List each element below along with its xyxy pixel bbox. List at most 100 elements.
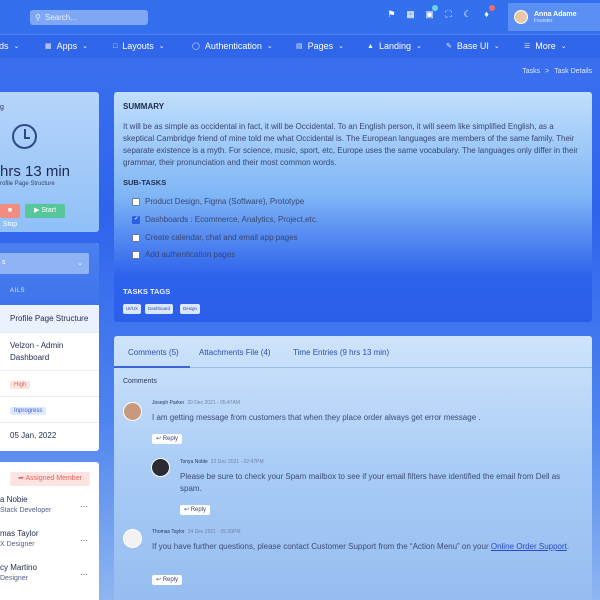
status-badge: Inprogress [10, 407, 47, 415]
stop-icon: ■ [7, 207, 13, 214]
stop-button[interactable]: ■ Stop [0, 204, 20, 228]
active-tab-indicator [114, 366, 190, 368]
comment-meta: Tonya Noble 22 Dec 2021 - 02:47PM [180, 459, 264, 465]
user-role: Founder [534, 17, 553, 24]
nav-label: More [535, 41, 556, 51]
task-details-card: s ⌄ AILS Profile Page Structure Velzon -… [0, 243, 99, 451]
apps-icon: ▦ [45, 43, 52, 50]
nav-pages[interactable]: ▤ Pages ⌄ [296, 41, 344, 51]
due-date: 05 Jan, 2022 [10, 431, 57, 440]
nav-apps[interactable]: ▦ Apps ⌄ [45, 41, 88, 51]
details-header: s ⌄ AILS [0, 243, 99, 305]
subtasks-title: SUB-TASKS [123, 178, 167, 187]
rocket-icon: ▲ [367, 42, 374, 50]
subtask-item[interactable]: Dashboards : Ecommerce, Analytics, Proje… [132, 215, 318, 224]
tag-badge: UI/UX [123, 304, 142, 314]
avatar [123, 402, 142, 421]
nav-dashboards[interactable]: rds ⌄ [0, 41, 19, 51]
assigned-members-card: ➦ Assigned Member a Nobie Stack Developer… [0, 462, 99, 600]
cart-icon[interactable]: ▣ [425, 5, 438, 20]
member-item: a Nobie Stack Developer [0, 495, 51, 514]
layouts-icon: □ [113, 42, 118, 50]
breadcrumb-current: Task Details [554, 68, 592, 75]
detail-status: Inprogress [0, 397, 99, 423]
tag-badge: Dashboard [145, 304, 174, 314]
account-circle-icon: ◯ [192, 43, 200, 50]
start-button[interactable]: ▶ Start [25, 204, 65, 218]
reply-button[interactable]: ↩ Reply [152, 434, 183, 444]
chevron-down-icon: ⌄ [82, 43, 89, 50]
share-icon: ➦ [18, 475, 26, 482]
chevron-down-icon: ⌄ [560, 43, 567, 50]
tabs: Comments (5) Attachments File (4) Time E… [114, 336, 592, 368]
main-nav: rds ⌄ ▦ Apps ⌄ □ Layouts ⌄ ◯ Authentication ⌄ ▤… [0, 34, 600, 58]
file-list-icon: ☰ [524, 43, 531, 50]
search-placeholder: Search... [44, 13, 77, 22]
detail-priority: High [0, 371, 99, 397]
assign-member-label: Assigned Member [25, 475, 82, 482]
reply-label: Reply [162, 436, 179, 442]
summary-text: It will be as simple as occidental in fa… [123, 122, 578, 167]
nav-more[interactable]: ☰ More ⌄ [524, 41, 567, 51]
chevron-down-icon: ⌄ [158, 43, 165, 50]
start-label: Start [41, 207, 57, 214]
nav-label: Layouts [122, 41, 154, 51]
tab-comments[interactable]: Comments (5) [128, 348, 179, 357]
fullscreen-icon[interactable]: ⛶ [444, 9, 453, 20]
checkbox[interactable] [132, 250, 140, 259]
comment-text-before: If you have further questions, please co… [152, 542, 491, 551]
chevron-down-icon: ⌄ [13, 43, 20, 50]
nav-label: Pages [307, 41, 334, 51]
comments-card: Comments (5) Attachments File (4) Time E… [114, 336, 592, 600]
reply-button[interactable]: ↩ Reply [152, 575, 183, 585]
subtask-item[interactable]: Create calendar, chat and email app page… [132, 233, 298, 242]
search-input[interactable]: ⚲ Search... [30, 10, 148, 25]
tracked-task-name: rofile Page Structure [0, 181, 55, 187]
chevron-down-icon: ⌄ [77, 260, 83, 267]
dark-mode-icon[interactable]: ☾ [463, 9, 472, 20]
subtask-label: Create calendar, chat and email app page… [145, 233, 298, 242]
nav-landing[interactable]: ▲ Landing ⌄ [367, 41, 422, 51]
user-menu[interactable]: Anna Adame Founder [508, 3, 600, 31]
summary-title: SUMMARY [123, 102, 165, 111]
subtask-label: Product Design, Figma (Software), Protot… [145, 197, 305, 206]
nav-layouts[interactable]: □ Layouts ⌄ [113, 41, 165, 51]
user-name: Anna Adame [534, 10, 577, 18]
assign-member-button[interactable]: ➦ Assigned Member [10, 472, 90, 486]
clock-icon [12, 124, 37, 149]
tab-time-entries[interactable]: Time Entries (9 hrs 13 min) [293, 348, 389, 357]
more-options-icon[interactable]: ⋯ [80, 502, 88, 511]
nav-authentication[interactable]: ◯ Authentication ⌄ [192, 41, 273, 51]
bell-icon[interactable]: ♦ [482, 5, 495, 20]
subtask-item[interactable]: Product Design, Figma (Software), Protot… [132, 197, 304, 206]
flag-icon[interactable]: ⚑ [387, 9, 396, 20]
comment-meta: Thomas Taylor 24 Dec 2021 - 05:20PM [152, 529, 241, 535]
checkbox[interactable] [132, 197, 140, 206]
time-tracking-label: g [0, 104, 4, 111]
checkbox[interactable] [132, 215, 140, 224]
subtask-item[interactable]: Add authentication pages [132, 250, 235, 259]
tracked-time: hrs 13 min [0, 163, 71, 180]
topbar-icons: ⚑ ▦ ▣ ⛶ ☾ ♦ [387, 5, 495, 20]
avatar [514, 10, 528, 24]
checkbox[interactable] [132, 233, 140, 242]
tab-attachments[interactable]: Attachments File (4) [199, 348, 271, 357]
chevron-right-icon: > [545, 68, 550, 75]
more-options-icon[interactable]: ⋯ [80, 570, 88, 579]
comment-author: Thomas Taylor [152, 529, 185, 535]
nav-base-ui[interactable]: ✎ Base UI ⌄ [446, 41, 500, 51]
member-role: X Designer [0, 541, 35, 548]
reply-icon: ↩ [156, 436, 163, 442]
member-item: cy Martino Designer [0, 563, 37, 582]
more-options-icon[interactable]: ⋯ [80, 536, 88, 545]
apps-grid-icon[interactable]: ▦ [406, 9, 415, 20]
project-name: Velzon - Admin Dashboard [10, 341, 64, 362]
status-select-value: s [2, 259, 6, 266]
detail-project: Velzon - Admin Dashboard [0, 333, 99, 371]
reply-button[interactable]: ↩ Reply [180, 505, 211, 515]
comment-author: Tonya Noble [180, 459, 208, 465]
online-order-support-link[interactable]: Online Order Support [491, 542, 567, 551]
status-select[interactable]: s ⌄ [0, 253, 89, 274]
search-icon: ⚲ [35, 13, 41, 22]
breadcrumb-parent[interactable]: Tasks [522, 68, 540, 75]
